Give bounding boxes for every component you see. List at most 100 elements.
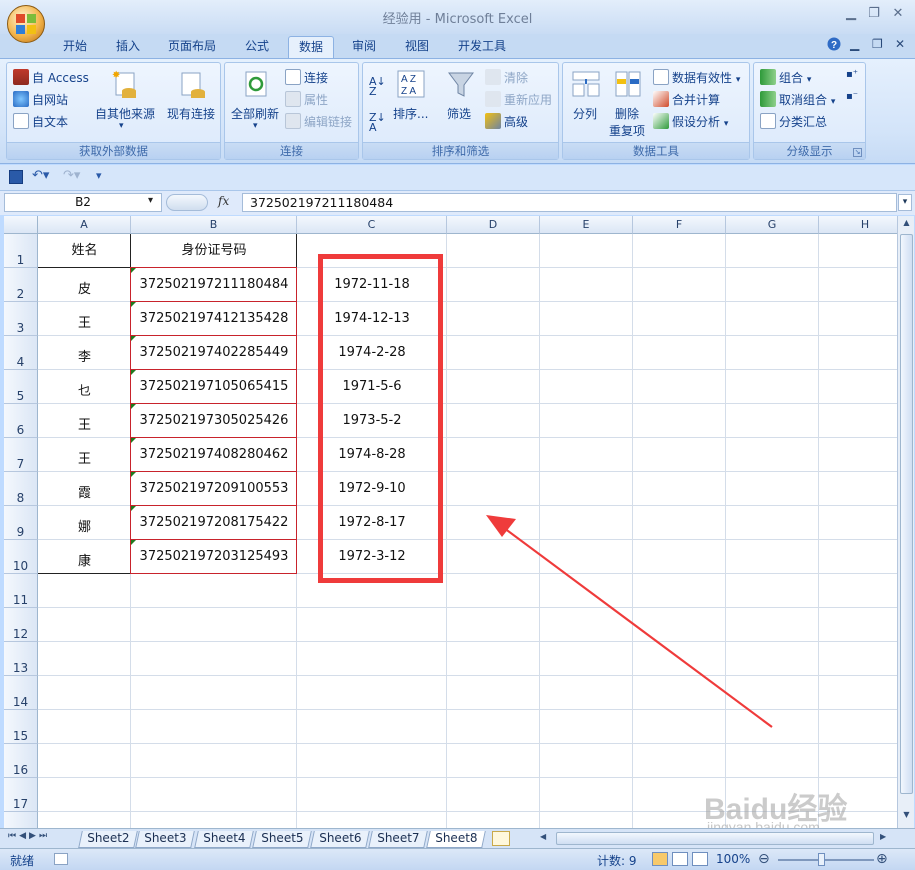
column-header-h[interactable]: H [819, 216, 897, 234]
help-icon[interactable]: ? [827, 37, 841, 54]
subtotal-button[interactable]: 分类汇总 [760, 113, 827, 130]
advanced-button[interactable]: 高级 [485, 113, 528, 130]
other-sources-button[interactable]: 自其他来源 [95, 105, 155, 122]
column-header-e[interactable]: E [540, 216, 633, 234]
existing-connections-button[interactable]: 现有连接 [167, 105, 215, 122]
sort-az-button[interactable]: A↓ Z [369, 76, 386, 97]
ribbon-close-icon[interactable]: ✕ [895, 37, 905, 51]
row-header-8[interactable]: 8 [4, 472, 38, 506]
from-access-button[interactable]: 自 Access [13, 69, 89, 86]
tab-view[interactable]: 视图 [395, 36, 439, 58]
edit-links-button[interactable]: 编辑链接 [285, 113, 352, 130]
cell-name[interactable]: 娜 [38, 506, 131, 540]
zoom-out-icon[interactable]: ⊖ [758, 851, 770, 867]
scroll-up-icon[interactable]: ▲ [900, 218, 913, 232]
cell-id[interactable]: 372502197412135428 [131, 302, 297, 336]
show-detail-icon[interactable]: ▪⁺ [846, 69, 858, 80]
remove-duplicates-button-line2[interactable]: 重复项 [609, 122, 645, 139]
zoom-slider-thumb[interactable] [818, 853, 825, 866]
customize-qat-icon[interactable]: ▾ [96, 169, 102, 182]
select-all-corner[interactable] [4, 216, 38, 234]
reapply-button[interactable]: 重新应用 [485, 91, 552, 108]
sheet-tab[interactable]: Sheet6 [310, 831, 371, 848]
zoom-in-icon[interactable]: ⊕ [876, 851, 888, 867]
from-text-button[interactable]: 自文本 [13, 113, 68, 130]
sheet-tab-active[interactable]: Sheet8 [426, 831, 487, 848]
filter-button[interactable]: 筛选 [447, 105, 471, 122]
close-button[interactable]: ✕ [887, 6, 909, 24]
row-header-1[interactable]: 1 [4, 234, 38, 268]
refresh-all-button[interactable]: 全部刷新 [231, 105, 279, 122]
header-cell-id[interactable]: 身份证号码 [131, 234, 297, 267]
scroll-left-icon[interactable]: ◀ [540, 832, 552, 845]
header-cell-name[interactable]: 姓名 [38, 234, 131, 267]
undo-icon[interactable]: ↶▾ [32, 168, 49, 183]
error-indicator-icon[interactable] [131, 336, 136, 341]
error-indicator-icon[interactable] [131, 302, 136, 307]
row-header-3[interactable]: 3 [4, 302, 38, 336]
column-header-g[interactable]: G [726, 216, 819, 234]
error-indicator-icon[interactable] [131, 472, 136, 477]
cell-id[interactable]: 372502197203125493 [131, 540, 297, 574]
sort-za-button[interactable]: Z↓ A [369, 112, 386, 133]
column-header-f[interactable]: F [633, 216, 726, 234]
ribbon-restore-icon[interactable]: ❐ [872, 37, 883, 51]
hide-detail-icon[interactable]: ▪⁻ [846, 91, 858, 102]
column-header-a[interactable]: A [38, 216, 131, 234]
connections-button[interactable]: 连接 [285, 69, 328, 86]
data-validation-button[interactable]: 数据有效性 ▾ [653, 69, 740, 86]
formula-bar-splitter[interactable] [166, 194, 208, 211]
tab-page-layout[interactable]: 页面布局 [158, 36, 226, 58]
row-header-14[interactable]: 14 [4, 676, 38, 710]
formula-input[interactable]: 372502197211180484 [242, 193, 897, 212]
horizontal-scroll-thumb[interactable] [556, 832, 874, 845]
sheet-nav-icons[interactable]: ⏮◀▶⏭ [8, 831, 50, 841]
error-indicator-icon[interactable] [131, 506, 136, 511]
error-indicator-icon[interactable] [131, 438, 136, 443]
zoom-slider-track[interactable] [778, 859, 874, 861]
cell-id[interactable]: 372502197208175422 [131, 506, 297, 540]
group-button[interactable]: 组合 ▾ [760, 69, 811, 86]
tab-insert[interactable]: 插入 [106, 36, 150, 58]
normal-view-icon[interactable] [652, 852, 668, 866]
insert-function-icon[interactable]: fx [218, 194, 229, 208]
row-header-11[interactable]: 11 [4, 574, 38, 608]
insert-sheet-icon[interactable] [492, 831, 510, 846]
row-header-17[interactable]: 17 [4, 778, 38, 812]
cell-id[interactable]: 372502197305025426 [131, 404, 297, 438]
tab-home[interactable]: 开始 [53, 36, 97, 58]
cell-name[interactable]: 李 [38, 336, 131, 370]
row-header-6[interactable]: 6 [4, 404, 38, 438]
cell-id[interactable]: 372502197402285449 [131, 336, 297, 370]
name-box[interactable]: B2 [4, 193, 162, 212]
cell-name[interactable]: 霞 [38, 472, 131, 506]
consolidate-button[interactable]: 合并计算 [653, 91, 720, 108]
vertical-scrollbar[interactable]: ▲ ▼ [897, 216, 914, 828]
row-header-15[interactable]: 15 [4, 710, 38, 744]
column-header-c[interactable]: C [297, 216, 447, 234]
tab-developer[interactable]: 开发工具 [448, 36, 516, 58]
row-header-2[interactable]: 2 [4, 268, 38, 302]
sheet-tab[interactable]: Sheet7 [368, 831, 429, 848]
expand-formula-bar-icon[interactable]: ▾ [898, 194, 912, 211]
what-if-button[interactable]: 假设分析 ▾ [653, 113, 728, 130]
cell-name[interactable]: 王 [38, 404, 131, 438]
sheet-tab[interactable]: Sheet3 [135, 831, 196, 848]
office-button[interactable] [7, 5, 45, 43]
row-header-9[interactable]: 9 [4, 506, 38, 540]
cell-name[interactable]: 王 [38, 302, 131, 336]
cell-name[interactable]: 康 [38, 540, 131, 574]
name-box-dropdown-icon[interactable]: ▾ [148, 195, 153, 206]
properties-button[interactable]: 属性 [285, 91, 328, 108]
tab-review[interactable]: 审阅 [342, 36, 386, 58]
clear-button[interactable]: 清除 [485, 69, 528, 86]
refresh-dropdown-icon[interactable]: ▾ [253, 121, 258, 131]
cell-name[interactable]: 王 [38, 438, 131, 472]
page-break-view-icon[interactable] [692, 852, 708, 866]
row-header-16[interactable]: 16 [4, 744, 38, 778]
tab-data[interactable]: 数据 [288, 36, 335, 58]
cell-name[interactable]: 乜 [38, 370, 131, 404]
row-header-10[interactable]: 10 [4, 540, 38, 574]
error-indicator-icon[interactable] [131, 540, 136, 545]
row-header-18[interactable] [4, 812, 38, 828]
